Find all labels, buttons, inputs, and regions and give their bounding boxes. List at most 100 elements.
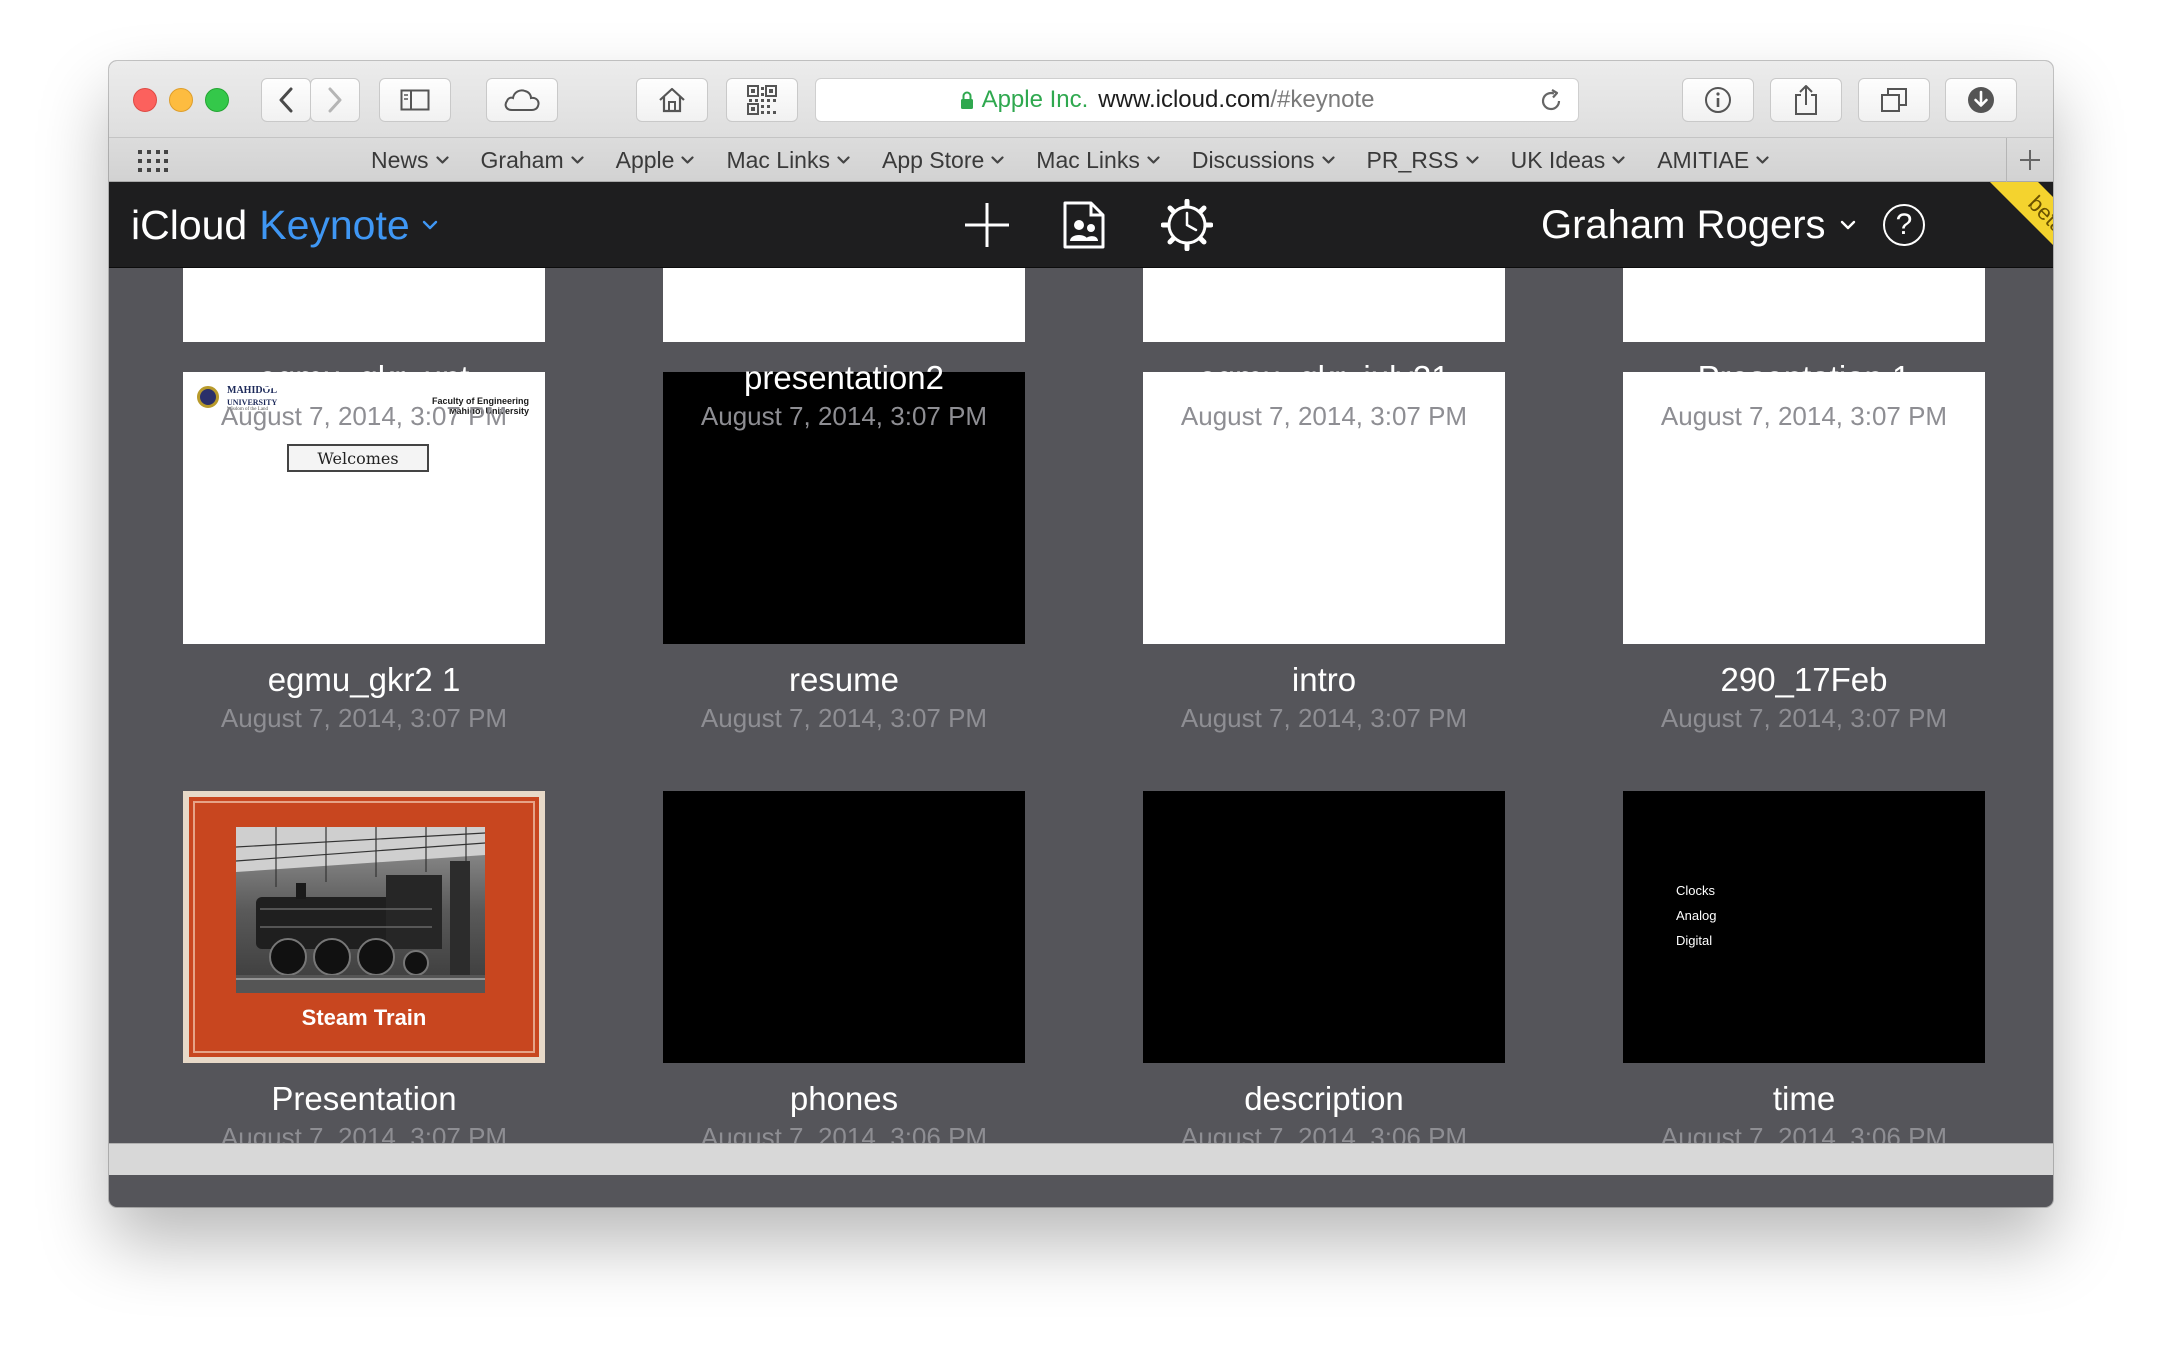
share-icon — [1795, 85, 1817, 115]
icloud-label: iCloud — [131, 201, 248, 248]
bookmark-folder[interactable]: Graham — [481, 147, 584, 174]
presentation-name[interactable]: intro — [1143, 660, 1505, 700]
top-sites-button[interactable] — [138, 150, 168, 177]
chevron-down-icon — [1321, 155, 1335, 164]
presentation-name[interactable]: Presentation — [183, 1079, 545, 1119]
chevron-right-icon — [328, 87, 342, 113]
presentation-thumbnail — [663, 791, 1025, 1063]
shared-presentations-button[interactable] — [1063, 182, 1105, 267]
presentation-name[interactable]: resume — [663, 660, 1025, 700]
new-tab-button[interactable] — [2006, 138, 2053, 182]
bookmark-folder[interactable]: News — [371, 147, 449, 174]
presentation-thumbnail: Clocks Analog Digital — [1623, 791, 1985, 1063]
presentation-name[interactable]: presentation2 — [663, 358, 1025, 398]
chevron-down-icon — [1840, 220, 1855, 230]
presentation-item[interactable]: presentation2 August 7, 2014, 3:07 PM — [663, 268, 1025, 434]
download-icon — [1968, 87, 1994, 113]
presentation-item[interactable]: egmu_gkr_july31 August 7, 2014, 3:07 PM — [1143, 268, 1505, 434]
bookmark-label: Mac Links — [726, 146, 830, 173]
presentation-name[interactable]: 290_17Feb — [1623, 660, 1985, 700]
presentation-name[interactable]: egmu_gkr_july31 — [1143, 358, 1505, 398]
bookmark-label: PR_RSS — [1366, 146, 1459, 173]
presentation-date: August 7, 2014, 3:07 PM — [220, 401, 508, 431]
presentation-date: August 7, 2014, 3:07 PM — [700, 703, 988, 733]
presentation-thumbnail: Steam Train — [183, 791, 545, 1063]
bookmark-folder[interactable]: Mac Links — [1036, 147, 1160, 174]
bookmarks-list: News Graham Apple Mac Links App Store Mac Lin… — [371, 138, 1801, 182]
chevron-down-icon — [435, 155, 449, 164]
back-button[interactable] — [261, 78, 311, 122]
icloud-tabs-button[interactable] — [486, 78, 558, 122]
address-text: Apple Inc. www.icloud.com /#keynote — [816, 79, 1518, 121]
info-button[interactable] — [1682, 78, 1754, 122]
browser-toolbar: Apple Inc. www.icloud.com /#keynote — [109, 61, 2053, 137]
sidebar-button[interactable] — [379, 78, 451, 122]
tabs-icon — [1881, 88, 1907, 112]
tabs-overview-button[interactable] — [1858, 78, 1930, 122]
presentation-name[interactable]: Presentation 1 — [1623, 358, 1985, 398]
presentation-date: August 7, 2014, 3:07 PM — [1180, 703, 1468, 733]
bookmarks-bar: News Graham Apple Mac Links App Store Mac Lin… — [109, 137, 2053, 182]
downloads-button[interactable] — [1945, 78, 2017, 122]
bookmark-folder[interactable]: UK Ideas — [1511, 147, 1626, 174]
bookmark-label: UK Ideas — [1510, 146, 1606, 173]
presentation-item[interactable]: description August 7, 2014, 3:06 PM — [1143, 791, 1505, 1155]
address-bar[interactable]: Apple Inc. www.icloud.com /#keynote — [815, 78, 1579, 122]
presentation-item[interactable]: Clocks Analog Digital time August 7, 2014, 3… — [1623, 791, 1985, 1155]
bookmark-label: Apple — [615, 146, 675, 173]
bookmark-folder[interactable]: Mac Links — [726, 147, 850, 174]
presentation-name[interactable]: time — [1623, 1079, 1985, 1119]
bookmark-folder[interactable]: Discussions — [1192, 147, 1335, 174]
presentation-item[interactable]: phones August 7, 2014, 3:06 PM — [663, 791, 1025, 1155]
minimize-window-button[interactable] — [169, 88, 193, 112]
chevron-down-icon — [1147, 155, 1160, 164]
presentation-item[interactable]: Presentation 1 August 7, 2014, 3:07 PM — [1623, 268, 1985, 434]
new-presentation-button[interactable] — [963, 182, 1011, 267]
presentation-item[interactable]: Steam Train Presentation August 7, 2014, 3… — [183, 791, 545, 1155]
bookmark-folder[interactable]: AMITIAE — [1657, 147, 1769, 174]
bookmark-label: Graham — [480, 146, 564, 173]
qr-code-button[interactable] — [726, 78, 798, 122]
presentations-grid: Clocks Analog Digital time August 7, 2014, 3… — [109, 268, 2053, 1175]
beta-badge: beta — [1967, 182, 2053, 267]
help-button[interactable]: ? — [1883, 204, 1925, 246]
lock-icon — [960, 91, 973, 109]
chevron-down-icon — [1612, 155, 1625, 164]
zoom-window-button[interactable] — [205, 88, 229, 112]
welcome-banner: Welcomes — [287, 444, 429, 472]
slide-bullet: Digital — [1676, 933, 1713, 948]
slide-bullet: Analog — [1676, 908, 1717, 923]
home-button[interactable] — [636, 78, 708, 122]
settings-button[interactable] — [1161, 182, 1213, 267]
presentation-date: August 7, 2014, 3:07 PM — [1180, 401, 1468, 431]
icloud-header: iCloud Keynote Graham Rogers ? beta — [109, 182, 2053, 268]
presentation-thumbnail — [183, 268, 545, 342]
presentation-name[interactable]: description — [1143, 1079, 1505, 1119]
presentation-thumbnail — [1623, 268, 1985, 342]
presentation-date: August 7, 2014, 3:07 PM — [220, 703, 508, 733]
bookmark-folder[interactable]: Apple — [616, 147, 695, 174]
presentation-name[interactable]: egmu_gkr2 1 — [183, 660, 545, 700]
presentation-name[interactable]: phones — [663, 1079, 1025, 1119]
bookmark-label: Mac Links — [1036, 146, 1140, 173]
forward-button[interactable] — [310, 78, 360, 122]
presentation-thumbnail — [1143, 791, 1505, 1063]
user-menu[interactable]: Graham Rogers — [1541, 182, 1856, 267]
presentation-item[interactable]: egmu_gkr_unt August 7, 2014, 3:07 PM — [183, 268, 545, 434]
bookmark-folder[interactable]: App Store — [882, 147, 1004, 174]
app-switcher[interactable]: iCloud Keynote — [131, 182, 438, 267]
reload-icon[interactable] — [1538, 88, 1564, 114]
beta-label: beta — [1985, 182, 2053, 267]
shared-document-icon — [1063, 201, 1105, 249]
close-window-button[interactable] — [133, 88, 157, 112]
plus-icon — [965, 203, 1009, 247]
presentation-name[interactable]: egmu_gkr_unt — [183, 358, 545, 398]
bookmark-folder[interactable]: PR_RSS — [1367, 147, 1479, 174]
presentation-thumbnail — [1143, 268, 1505, 342]
info-icon — [1705, 87, 1731, 113]
share-button[interactable] — [1770, 78, 1842, 122]
presentation-date: August 7, 2014, 3:07 PM — [700, 401, 988, 431]
chevron-down-icon — [422, 220, 437, 230]
cloud-icon — [504, 89, 540, 111]
chevron-down-icon — [1465, 155, 1479, 164]
